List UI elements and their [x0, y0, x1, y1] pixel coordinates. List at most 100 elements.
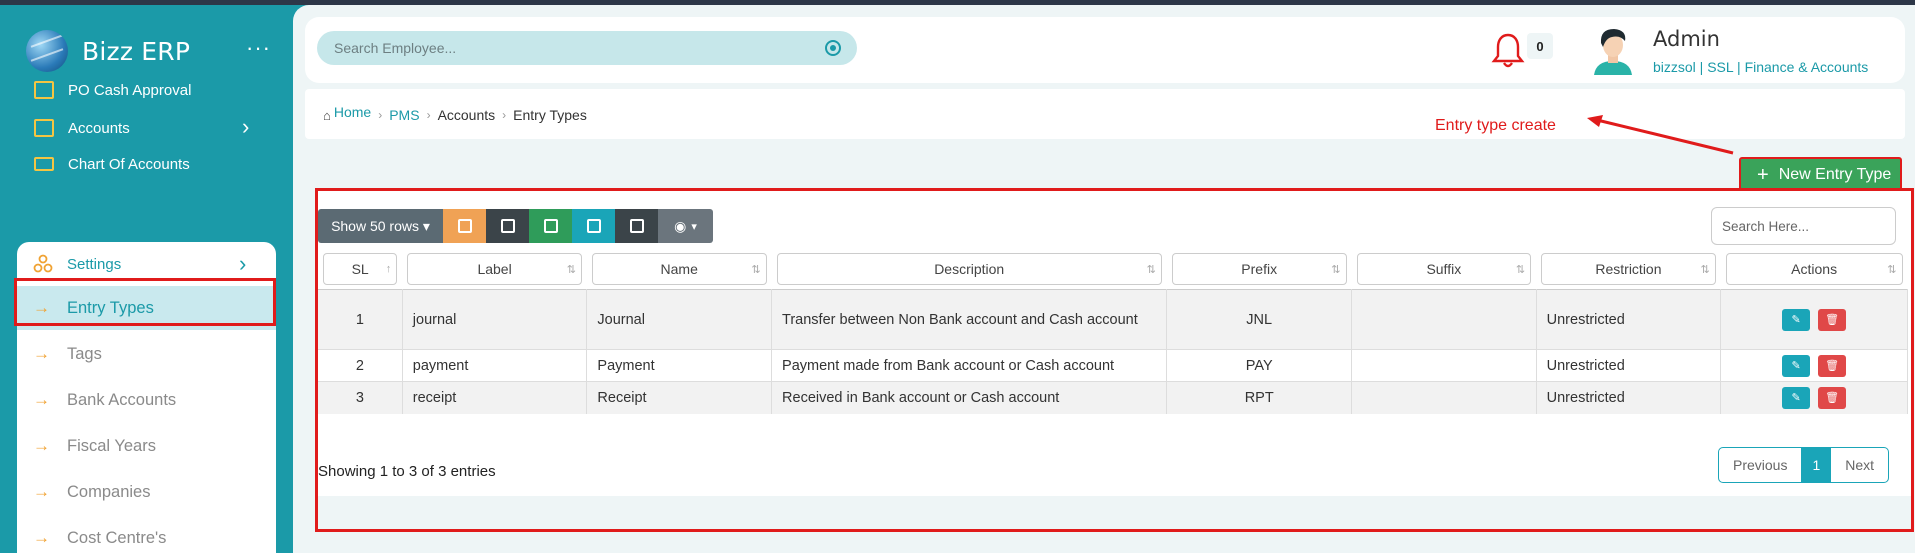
page-1-button[interactable]: 1	[1801, 448, 1832, 482]
cell-label: payment	[402, 349, 588, 382]
col-sl[interactable]: SL ↑	[318, 249, 402, 290]
col-label[interactable]: Label ⇅	[402, 249, 587, 290]
pdf-button[interactable]	[615, 209, 658, 243]
pdf-icon	[629, 219, 644, 233]
globe-logo-icon	[26, 30, 68, 72]
col-actions[interactable]: Actions ⇅	[1721, 249, 1908, 290]
trash-icon[interactable]: 🗑	[1818, 308, 1847, 331]
sidebar-item-po-cash-approval[interactable]: PO Cash Approval	[34, 77, 191, 103]
breadcrumb-pms[interactable]: PMS	[389, 107, 419, 123]
sidebar-item-fiscal-years[interactable]: → Fiscal Years	[17, 424, 276, 468]
cell-description: Payment made from Bank account or Cash a…	[771, 349, 1168, 382]
brand[interactable]: Bizz ERP	[26, 30, 190, 72]
employee-search-input[interactable]: Search Employee...	[317, 31, 857, 65]
column-visibility-button[interactable]: ◉ ▾	[658, 209, 713, 243]
sidebar-item-label: Companies	[67, 482, 151, 501]
cell-name: Receipt	[586, 381, 773, 414]
sidebar-item-companies[interactable]: → Companies	[17, 470, 276, 514]
col-header-label: Description	[934, 261, 1005, 277]
cell-label: journal	[402, 289, 588, 350]
cell-actions: ✎ 🗑	[1720, 381, 1908, 414]
arrow-right-icon: →	[33, 482, 50, 501]
cell-description: Received in Bank account or Cash account	[771, 381, 1168, 414]
edit-icon[interactable]: ✎	[1782, 386, 1811, 409]
sort-icon: ⇅	[751, 263, 761, 276]
cell-actions: ✎ 🗑	[1720, 349, 1908, 382]
sort-icon: ⇅	[566, 263, 576, 276]
bell-icon[interactable]	[1490, 31, 1526, 69]
col-restriction[interactable]: Restriction ⇅	[1536, 249, 1721, 290]
annotation-label: Entry type create	[1435, 117, 1556, 134]
sidebar-item-label: Fiscal Years	[67, 436, 156, 455]
home-icon[interactable]: ⌂	[323, 108, 331, 123]
cell-label: receipt	[402, 381, 588, 414]
chevron-right-icon: ›	[242, 114, 250, 139]
user-search-icon[interactable]	[825, 40, 841, 56]
csv-button[interactable]	[529, 209, 572, 243]
sidebar: Bizz ERP ··· PO Cash Approval Accounts ›…	[0, 5, 293, 553]
col-header-label: Suffix	[1426, 261, 1462, 277]
cell-sl: 1	[318, 289, 403, 350]
col-description[interactable]: Description ⇅	[772, 249, 1167, 290]
sidebar-item-cost-centres[interactable]: → Cost Centre's	[17, 516, 276, 553]
cell-prefix: JNL	[1166, 289, 1353, 350]
sort-icon: ⇅	[1146, 263, 1156, 276]
user-organization: bizzsol | SSL | Finance & Accounts	[1653, 59, 1869, 75]
col-name[interactable]: Name ⇅	[587, 249, 772, 290]
table-search-placeholder: Search Here...	[1722, 218, 1810, 234]
cell-suffix	[1351, 289, 1537, 350]
table-search-input[interactable]: Search Here...	[1711, 207, 1896, 245]
user-name[interactable]: Admin	[1653, 27, 1720, 51]
caret-down-icon: ▾	[691, 220, 697, 233]
menu-dots-icon[interactable]: ···	[246, 35, 271, 61]
next-page-button[interactable]: Next	[1831, 448, 1888, 482]
cell-sl: 2	[318, 349, 403, 382]
copy-button[interactable]	[443, 209, 486, 243]
sidebar-item-chart-of-accounts[interactable]: Chart Of Accounts	[34, 151, 190, 177]
list-icon	[34, 81, 54, 99]
cell-name: Journal	[586, 289, 773, 350]
excel-button[interactable]	[572, 209, 615, 243]
previous-page-button[interactable]: Previous	[1719, 448, 1801, 482]
edit-icon[interactable]: ✎	[1782, 354, 1811, 377]
trash-icon[interactable]: 🗑	[1818, 386, 1847, 409]
breadcrumb-current: Entry Types	[513, 107, 587, 123]
clipboard-icon	[34, 119, 54, 137]
trash-icon[interactable]: 🗑	[1818, 354, 1847, 377]
print-button[interactable]	[486, 209, 529, 243]
sidebar-item-bank-accounts[interactable]: → Bank Accounts	[17, 378, 276, 422]
entry-types-table-panel: Show 50 rows ▾ ◉ ▾ Search Here... SL ↑ L…	[315, 188, 1914, 532]
avatar[interactable]	[1590, 25, 1636, 75]
breadcrumb-home[interactable]: Home	[334, 104, 371, 120]
table-row: 2 payment Payment Payment made from Bank…	[318, 349, 1908, 382]
arrow-right-icon: →	[33, 436, 50, 455]
arrow-right-icon: →	[33, 528, 50, 547]
gear-icon	[33, 254, 53, 273]
sidebar-item-accounts[interactable]: Accounts ›	[34, 115, 264, 141]
excel-icon	[586, 219, 601, 233]
sidebar-item-label: Chart Of Accounts	[68, 155, 190, 173]
sidebar-item-label: PO Cash Approval	[68, 81, 192, 99]
col-suffix[interactable]: Suffix ⇅	[1352, 249, 1537, 290]
sidebar-item-label: Bank Accounts	[67, 390, 177, 409]
sort-icon: ⇅	[1887, 263, 1897, 276]
new-entry-type-label: New Entry Type	[1778, 166, 1892, 183]
breadcrumb-separator: ›	[378, 108, 383, 122]
sort-icon: ⇅	[1331, 263, 1341, 276]
sidebar-item-label: Tags	[67, 344, 102, 363]
breadcrumb-separator: ›	[426, 108, 431, 122]
sidebar-item-tags[interactable]: → Tags	[17, 332, 276, 376]
show-rows-button[interactable]: Show 50 rows ▾	[318, 209, 443, 243]
breadcrumb-separator: ›	[502, 108, 507, 122]
cell-suffix	[1351, 349, 1537, 382]
edit-icon[interactable]: ✎	[1782, 308, 1811, 331]
main-area: Search Employee... 0 Admin bizzsol | SSL…	[293, 5, 1915, 553]
table-toolbar: Show 50 rows ▾ ◉ ▾	[318, 209, 713, 243]
cell-actions: ✎ 🗑	[1720, 289, 1908, 350]
eye-slash-icon: ◉	[674, 217, 687, 234]
breadcrumb-accounts[interactable]: Accounts	[438, 107, 496, 123]
copy-icon	[457, 219, 472, 233]
col-prefix[interactable]: Prefix ⇅	[1167, 249, 1352, 290]
sort-icon: ⇅	[1515, 263, 1526, 276]
notification-count[interactable]: 0	[1527, 33, 1553, 59]
